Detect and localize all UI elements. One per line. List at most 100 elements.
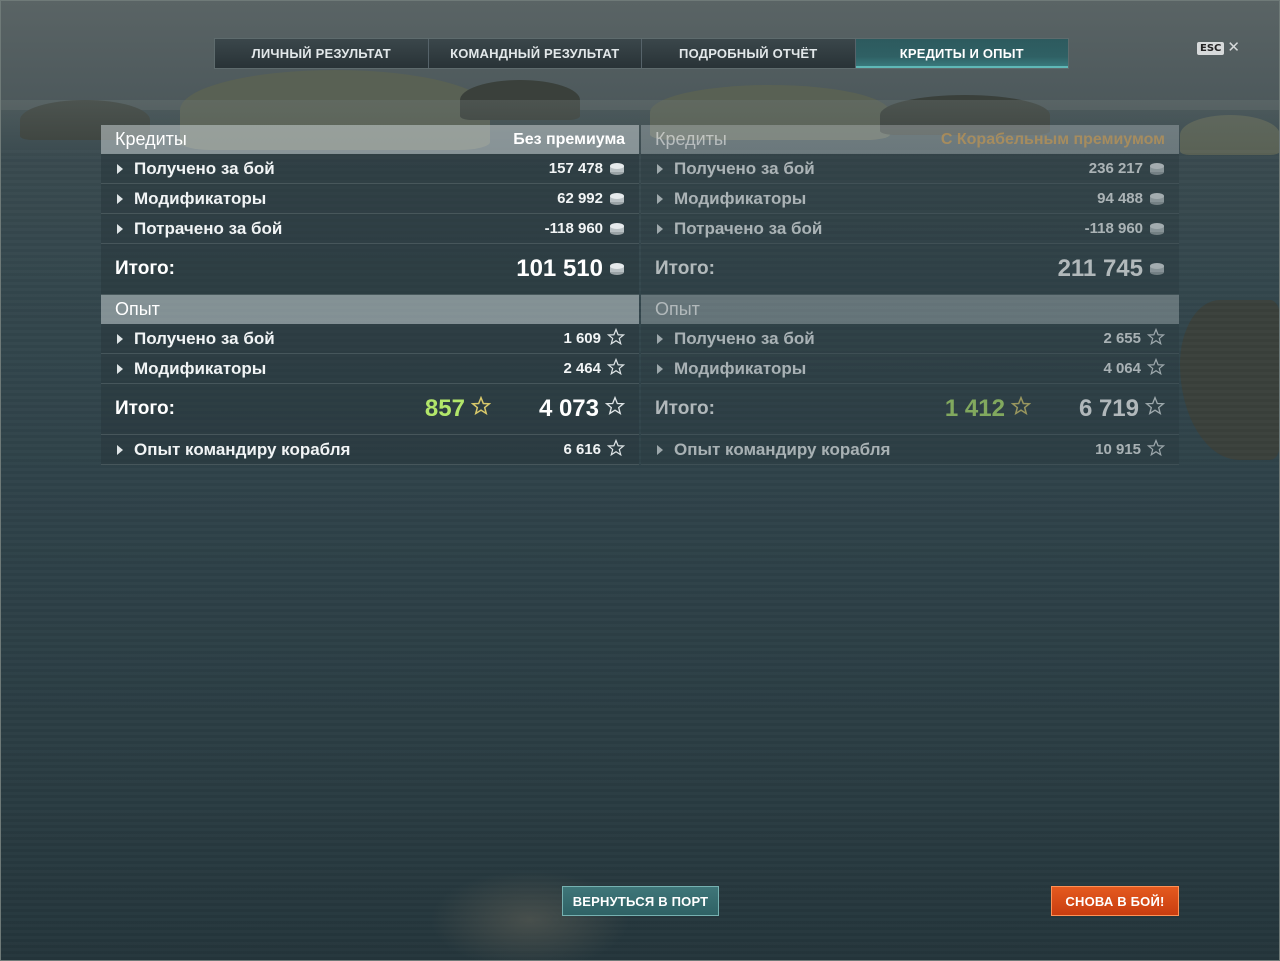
expand-arrow-icon xyxy=(657,444,663,455)
xp-star-icon xyxy=(606,438,626,461)
credits-header: Кредиты С Корабельным премиумом xyxy=(641,125,1179,154)
tab-credits-and-xp[interactable]: КРЕДИТЫ И ОПЫТ xyxy=(855,39,1068,68)
close-button[interactable]: ESC ✕ xyxy=(1197,39,1240,56)
xp-total-value: 4 073 xyxy=(538,395,599,422)
xp-star-icon xyxy=(1144,395,1166,423)
row-value: -118 960 xyxy=(544,220,603,237)
free-xp-value: 857 xyxy=(424,395,465,422)
credits-earned-row[interactable]: Получено за бой 236 217 xyxy=(641,154,1179,184)
xp-earned-row[interactable]: Получено за бой 1 609 xyxy=(101,324,639,354)
xp-modifiers-row[interactable]: Модификаторы 4 064 xyxy=(641,354,1179,384)
total-label: Итого: xyxy=(655,258,715,279)
xp-modifiers-row[interactable]: Модификаторы 2 464 xyxy=(101,354,639,384)
credits-total-value: 101 510 xyxy=(516,255,603,282)
row-value: 62 992 xyxy=(557,190,603,207)
total-label: Итого: xyxy=(655,398,715,419)
xp-title: Опыт xyxy=(115,299,160,319)
row-value: 6 616 xyxy=(563,441,601,458)
return-to-port-button[interactable]: ВЕРНУТЬСЯ В ПОРТ xyxy=(562,886,719,916)
row-label: Опыт командиру корабля xyxy=(674,439,891,459)
row-value: 2 464 xyxy=(563,360,601,377)
row-label: Модификаторы xyxy=(674,188,807,208)
xp-total-value: 6 719 xyxy=(1078,395,1139,422)
expand-arrow-icon xyxy=(657,193,663,204)
row-label: Модификаторы xyxy=(134,188,267,208)
credits-icon xyxy=(609,262,625,276)
esc-key-hint: ESC xyxy=(1197,41,1225,55)
credits-total-row: Итого: 101 510 xyxy=(101,244,639,295)
row-value: 1 609 xyxy=(563,330,601,347)
row-value: 236 217 xyxy=(1088,160,1143,177)
credits-header: Кредиты Без премиума xyxy=(101,125,639,154)
row-label: Модификаторы xyxy=(674,358,807,378)
xp-star-icon xyxy=(604,395,626,423)
account-type-label: Без премиума xyxy=(513,130,625,148)
xp-star-icon xyxy=(1146,438,1166,461)
expand-arrow-icon xyxy=(657,163,663,174)
expand-arrow-icon xyxy=(117,363,123,374)
panel-ship-premium: Кредиты С Корабельным премиумом Получено… xyxy=(641,125,1179,465)
xp-total-row: Итого: 1 412 6 719 xyxy=(641,384,1179,435)
battle-again-button[interactable]: СНОВА В БОЙ! xyxy=(1051,886,1179,916)
expand-arrow-icon xyxy=(117,223,123,234)
panel-no-premium: Кредиты Без премиума Получено за бой 157… xyxy=(101,125,639,465)
credits-icon xyxy=(609,222,625,236)
expand-arrow-icon xyxy=(117,193,123,204)
row-label: Потрачено за бой xyxy=(134,218,283,238)
credits-modifiers-row[interactable]: Модификаторы 62 992 xyxy=(101,184,639,214)
commander-xp-row[interactable]: Опыт командиру корабля 10 915 xyxy=(641,435,1179,465)
row-label: Получено за бой xyxy=(134,328,275,348)
credits-total-row: Итого: 211 745 xyxy=(641,244,1179,295)
credits-icon xyxy=(609,192,625,206)
close-icon: ✕ xyxy=(1227,39,1240,56)
expand-arrow-icon xyxy=(117,444,123,455)
total-label: Итого: xyxy=(115,258,175,279)
credits-spent-row[interactable]: Потрачено за бой -118 960 xyxy=(641,214,1179,244)
credits-icon xyxy=(1149,262,1165,276)
credits-earned-row[interactable]: Получено за бой 157 478 xyxy=(101,154,639,184)
tab-detailed-report[interactable]: ПОДРОБНЫЙ ОТЧЁТ xyxy=(642,39,856,68)
xp-header: Опыт xyxy=(641,295,1179,324)
xp-header: Опыт xyxy=(101,295,639,324)
results-tabs: ЛИЧНЫЙ РЕЗУЛЬТАТ КОМАНДНЫЙ РЕЗУЛЬТАТ ПОД… xyxy=(214,38,1069,69)
total-label: Итого: xyxy=(115,398,175,419)
expand-arrow-icon xyxy=(117,163,123,174)
row-label: Модификаторы xyxy=(134,358,267,378)
credits-total-value: 211 745 xyxy=(1057,255,1143,282)
row-label: Получено за бой xyxy=(674,158,815,178)
xp-total-row: Итого: 857 4 073 xyxy=(101,384,639,435)
tab-personal-result[interactable]: ЛИЧНЫЙ РЕЗУЛЬТАТ xyxy=(215,39,429,68)
row-value: 94 488 xyxy=(1097,190,1143,207)
row-value: 10 915 xyxy=(1095,441,1141,458)
xp-star-icon xyxy=(1146,357,1166,380)
expand-arrow-icon xyxy=(657,223,663,234)
commander-xp-row[interactable]: Опыт командиру корабля 6 616 xyxy=(101,435,639,465)
free-xp-star-icon xyxy=(470,395,492,423)
row-value: 4 064 xyxy=(1103,360,1141,377)
xp-earned-row[interactable]: Получено за бой 2 655 xyxy=(641,324,1179,354)
account-type-label: С Корабельным премиумом xyxy=(940,130,1165,148)
credits-spent-row[interactable]: Потрачено за бой -118 960 xyxy=(101,214,639,244)
row-label: Получено за бой xyxy=(674,328,815,348)
free-xp-star-icon xyxy=(1010,395,1032,423)
expand-arrow-icon xyxy=(657,363,663,374)
row-label: Опыт командиру корабля xyxy=(134,439,351,459)
row-label: Потрачено за бой xyxy=(674,218,823,238)
credits-icon xyxy=(609,162,625,176)
free-xp-value: 1 412 xyxy=(944,395,1005,422)
xp-star-icon xyxy=(606,327,626,350)
expand-arrow-icon xyxy=(657,333,663,344)
xp-star-icon xyxy=(606,357,626,380)
credits-icon xyxy=(1149,222,1165,236)
credits-title: Кредиты xyxy=(115,129,187,149)
row-value: -118 960 xyxy=(1084,220,1143,237)
credits-modifiers-row[interactable]: Модификаторы 94 488 xyxy=(641,184,1179,214)
credits-icon xyxy=(1149,192,1165,206)
tab-team-result[interactable]: КОМАНДНЫЙ РЕЗУЛЬТАТ xyxy=(428,39,642,68)
credits-title: Кредиты xyxy=(655,129,727,149)
expand-arrow-icon xyxy=(117,333,123,344)
xp-title: Опыт xyxy=(655,299,700,319)
row-value: 2 655 xyxy=(1103,330,1141,347)
xp-star-icon xyxy=(1146,327,1166,350)
row-label: Получено за бой xyxy=(134,158,275,178)
